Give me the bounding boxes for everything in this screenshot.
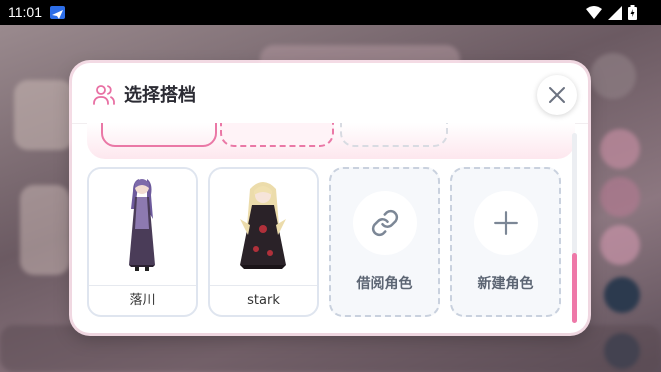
bg-shape xyxy=(600,129,640,169)
scrollbar-thumb[interactable] xyxy=(572,253,577,323)
character-card[interactable]: stark xyxy=(208,167,319,317)
status-bar: 11:01 xyxy=(0,0,661,25)
borrow-character-label: 借阅角色 xyxy=(356,276,413,292)
character-name: stark xyxy=(210,285,317,315)
new-character-button[interactable]: 新建角色 xyxy=(450,167,561,317)
borrow-character-button[interactable]: 借阅角色 xyxy=(329,167,440,317)
character-grid: 落川 stark 借阅角色 新建角色 xyxy=(87,167,567,319)
link-icon xyxy=(371,209,399,237)
plus-icon xyxy=(494,211,518,235)
character-card[interactable]: 落川 xyxy=(87,167,198,317)
dialog-title: 选择搭档 xyxy=(124,85,196,106)
bg-shape xyxy=(20,185,70,275)
wifi-icon xyxy=(586,5,602,19)
dialog-header: 选择搭档 xyxy=(72,63,588,124)
status-icons xyxy=(586,5,637,20)
character-portrait xyxy=(89,169,196,285)
partner-slot-empty[interactable] xyxy=(340,123,448,147)
bg-shape xyxy=(604,277,640,313)
bg-shape xyxy=(14,80,74,150)
users-icon xyxy=(92,83,116,107)
partner-slot-empty[interactable] xyxy=(220,123,334,147)
selected-partner-strip xyxy=(87,123,575,159)
signal-icon xyxy=(608,5,622,20)
bg-shape xyxy=(590,53,636,99)
paper-plane-icon xyxy=(50,6,65,19)
status-time: 11:01 xyxy=(8,4,42,20)
bg-shape xyxy=(600,177,640,217)
character-name: 落川 xyxy=(89,285,196,315)
close-icon xyxy=(549,87,565,103)
battery-icon xyxy=(628,5,637,20)
character-portrait xyxy=(210,169,317,285)
close-button[interactable] xyxy=(537,75,577,115)
select-partner-dialog: 选择搭档 落川 stark 借阅角色 新建角色 xyxy=(72,63,588,333)
partner-slot-selected[interactable] xyxy=(101,123,217,147)
link-icon-wrapper xyxy=(353,191,417,255)
plus-icon-wrapper xyxy=(474,191,538,255)
bg-shape xyxy=(600,225,640,265)
new-character-label: 新建角色 xyxy=(477,276,534,292)
